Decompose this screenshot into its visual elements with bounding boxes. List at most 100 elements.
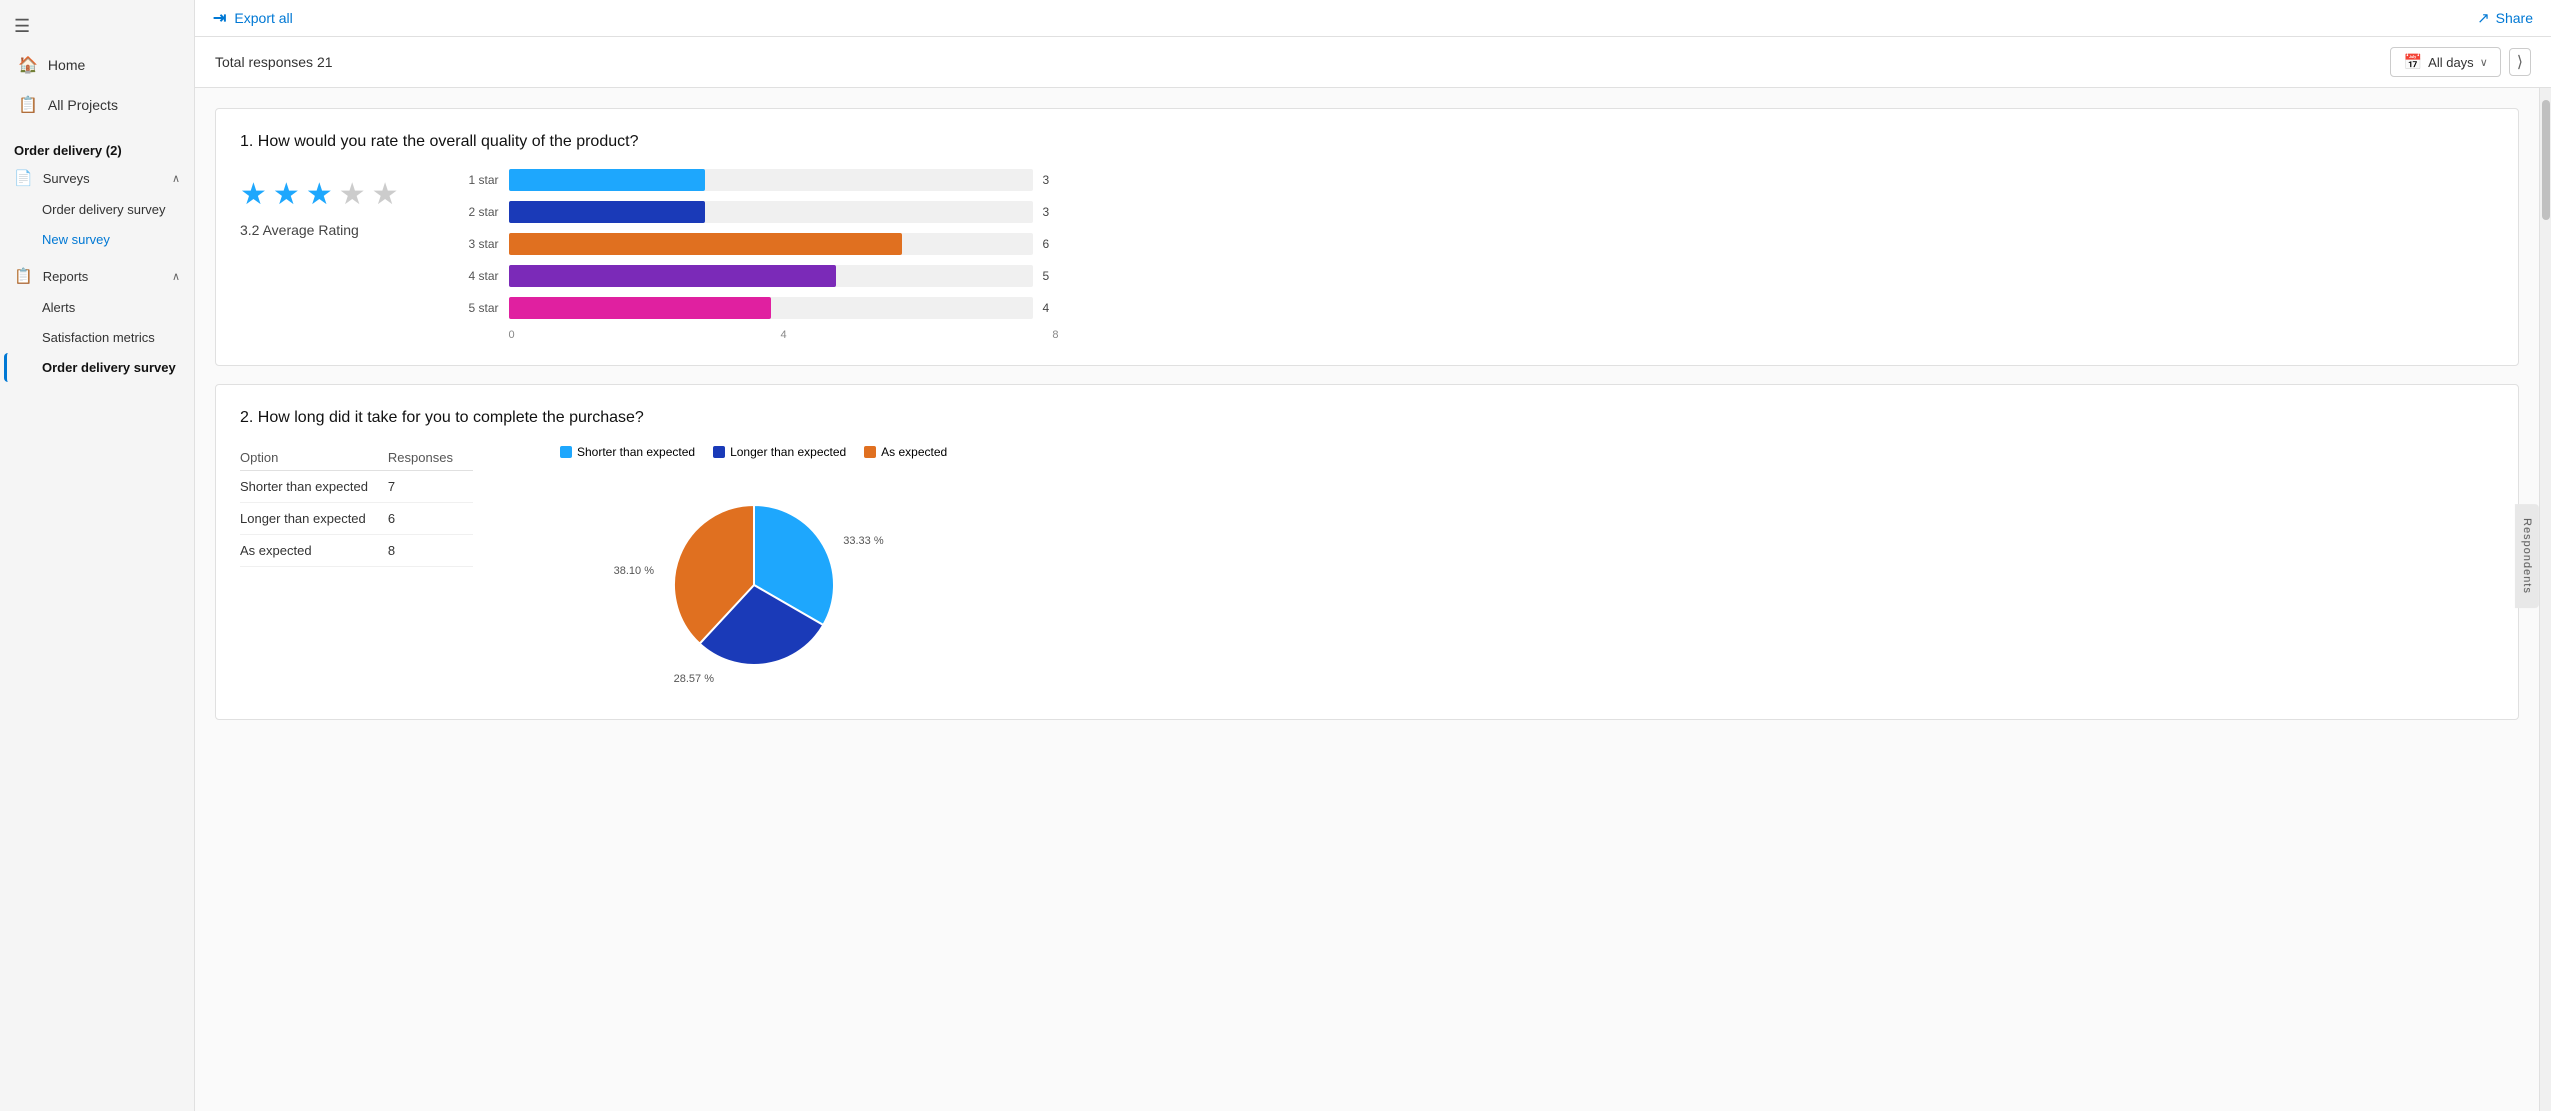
legend-dot-shorter [560,446,572,458]
star-3: ★ [306,177,333,212]
pie-label-longer: 28.57 % [674,673,714,685]
sidebar: ☰ 🏠 Home 📋 All Projects Order delivery (… [0,0,195,1111]
chart-axis: 0 4 8 [459,329,1059,341]
table-cell-option: As expected [240,535,388,567]
star-rating-display: ★ ★ ★ ★ ★ [240,177,399,212]
sidebar-item-alerts[interactable]: Alerts [4,293,190,322]
share-icon: ↗ [2477,9,2490,27]
table-row: Longer than expected 6 [240,503,473,535]
all-days-filter[interactable]: 📅 All days ∨ [2390,47,2500,77]
menu-icon[interactable]: ☰ [0,8,194,45]
main-area: ⇥ Export all ↗ Share Total responses 21 … [195,0,2551,1111]
legend-label-as-expected: As expected [881,445,947,459]
bar-fill [509,169,706,191]
sidebar-item-all-projects[interactable]: 📋 All Projects [4,86,190,124]
share-label: Share [2496,10,2533,26]
sidebar-surveys-row[interactable]: 📄 Surveys ∧ [0,162,194,194]
q1-rating-section: ★ ★ ★ ★ ★ 3.2 Average Rating 1 star [240,169,2494,341]
bar-value: 4 [1043,301,1059,315]
legend-dot-longer [713,446,725,458]
pie-chart-svg [664,495,844,675]
stats-bar: Total responses 21 📅 All days ∨ ⟩ [195,37,2551,88]
pie-chart-container: Shorter than expected Longer than expect… [560,445,947,695]
axis-4: 4 [780,329,786,341]
col-option: Option [240,445,388,471]
legend-shorter: Shorter than expected [560,445,695,459]
legend-as-expected: As expected [864,445,947,459]
bar-row-1-star: 1 star 3 [459,169,1059,191]
q2-pie-section: Option Responses Shorter than expected 7… [240,445,2494,695]
question-1-card: 1. How would you rate the overall qualit… [215,108,2519,366]
sidebar-item-satisfaction-metrics[interactable]: Satisfaction metrics [4,323,190,352]
bar-row-2-star: 2 star 3 [459,201,1059,223]
star-5: ★ [372,177,399,212]
legend-label-shorter: Shorter than expected [577,445,695,459]
axis-8: 8 [1052,329,1058,341]
reports-icon: 📋 [14,267,33,285]
sidebar-reports-row[interactable]: 📋 Reports ∧ [0,260,194,292]
question-1-title: 1. How would you rate the overall qualit… [240,133,2494,151]
right-scrollbar[interactable] [2539,88,2551,1111]
bar-fill [509,233,902,255]
scrollbar-thumb[interactable] [2542,100,2550,220]
projects-icon: 📋 [18,95,38,115]
bar-label: 1 star [459,173,499,187]
sidebar-all-projects-label: All Projects [48,97,118,113]
avg-rating-label: 3.2 Average Rating [240,222,359,238]
home-icon: 🏠 [18,55,38,75]
bar-row-4-star: 4 star 5 [459,265,1059,287]
table-cell-option: Shorter than expected [240,471,388,503]
surveys-icon: 📄 [14,169,33,187]
star-2: ★ [273,177,300,212]
bar-track [509,169,1033,191]
bar-value: 3 [1043,173,1059,187]
responses-table: Option Responses Shorter than expected 7… [240,445,520,567]
export-icon: ⇥ [213,8,226,28]
reports-label: Reports [43,269,89,284]
sidebar-item-order-delivery-report[interactable]: Order delivery survey [4,353,190,382]
bar-fill [509,297,771,319]
bar-label: 5 star [459,301,499,315]
legend-dot-as-expected [864,446,876,458]
surveys-label: Surveys [43,171,90,186]
q1-bar-chart: 1 star 3 2 star 3 3 star 6 4 star 5 5 st… [459,169,1059,341]
table-row: Shorter than expected 7 [240,471,473,503]
sidebar-home-label: Home [48,57,85,73]
q1-number: 1. [240,133,253,150]
reports-chevron-icon: ∧ [172,270,180,283]
question-2-card: 2. How long did it take for you to compl… [215,384,2519,720]
share-button[interactable]: ↗ Share [2477,9,2533,27]
bar-label: 3 star [459,237,499,251]
bar-row-3-star: 3 star 6 [459,233,1059,255]
star-1: ★ [240,177,267,212]
chevron-down-icon: ∨ [2480,56,2488,69]
question-2-title: 2. How long did it take for you to compl… [240,409,2494,427]
toolbar: ⇥ Export all ↗ Share [195,0,2551,37]
table-cell-option: Longer than expected [240,503,388,535]
respondents-tab[interactable]: Respondents [2515,504,2539,608]
bar-track [509,201,1033,223]
bar-track [509,265,1033,287]
sidebar-item-new-survey[interactable]: New survey [4,225,190,254]
total-responses: Total responses 21 [215,54,333,70]
sidebar-item-home[interactable]: 🏠 Home [4,46,190,84]
bar-fill [509,201,706,223]
legend-label-longer: Longer than expected [730,445,846,459]
bar-value: 3 [1043,205,1059,219]
sidebar-section-order-delivery: Order delivery (2) [0,135,194,162]
content-area: 1. How would you rate the overall qualit… [195,88,2539,1111]
q2-text: How long did it take for you to complete… [258,409,644,426]
collapse-icon[interactable]: ⟩ [2509,48,2531,76]
table-cell-responses: 7 [388,471,473,503]
q2-number: 2. [240,409,253,426]
legend-longer: Longer than expected [713,445,846,459]
q1-text: How would you rate the overall quality o… [258,133,639,150]
export-all-button[interactable]: ⇥ Export all [213,8,293,28]
table-row: As expected 8 [240,535,473,567]
bar-row-5-star: 5 star 4 [459,297,1059,319]
axis-labels: 0 4 8 [509,329,1059,341]
sidebar-item-order-delivery-survey[interactable]: Order delivery survey [4,195,190,224]
filter-label: All days [2428,55,2474,70]
stars-display: ★ ★ ★ ★ ★ 3.2 Average Rating [240,169,399,238]
bar-label: 4 star [459,269,499,283]
